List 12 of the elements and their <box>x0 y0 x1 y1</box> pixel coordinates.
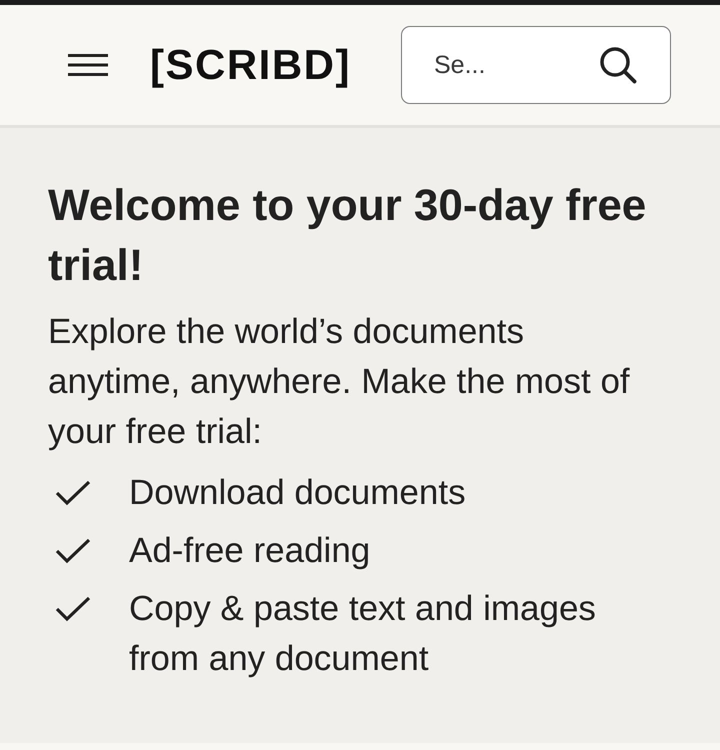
check-icon <box>55 538 91 564</box>
check-icon <box>55 596 91 622</box>
benefit-text: Copy & paste text and images from any document <box>129 588 597 680</box>
benefit-text: Ad-free reading <box>129 530 370 572</box>
intro-text: Explore the world’s documents anytime, anywhere. Make the most of your free trial: <box>48 311 631 453</box>
search-icon[interactable] <box>599 46 637 84</box>
benefit-text: Download documents <box>129 472 466 514</box>
welcome-heading: Welcome to your 30-day free trial! <box>48 180 648 292</box>
check-icon <box>55 480 91 506</box>
menu-icon[interactable] <box>68 53 108 77</box>
search-field[interactable]: Se... <box>401 26 671 104</box>
logo[interactable]: [SCRIBD] <box>150 44 351 86</box>
